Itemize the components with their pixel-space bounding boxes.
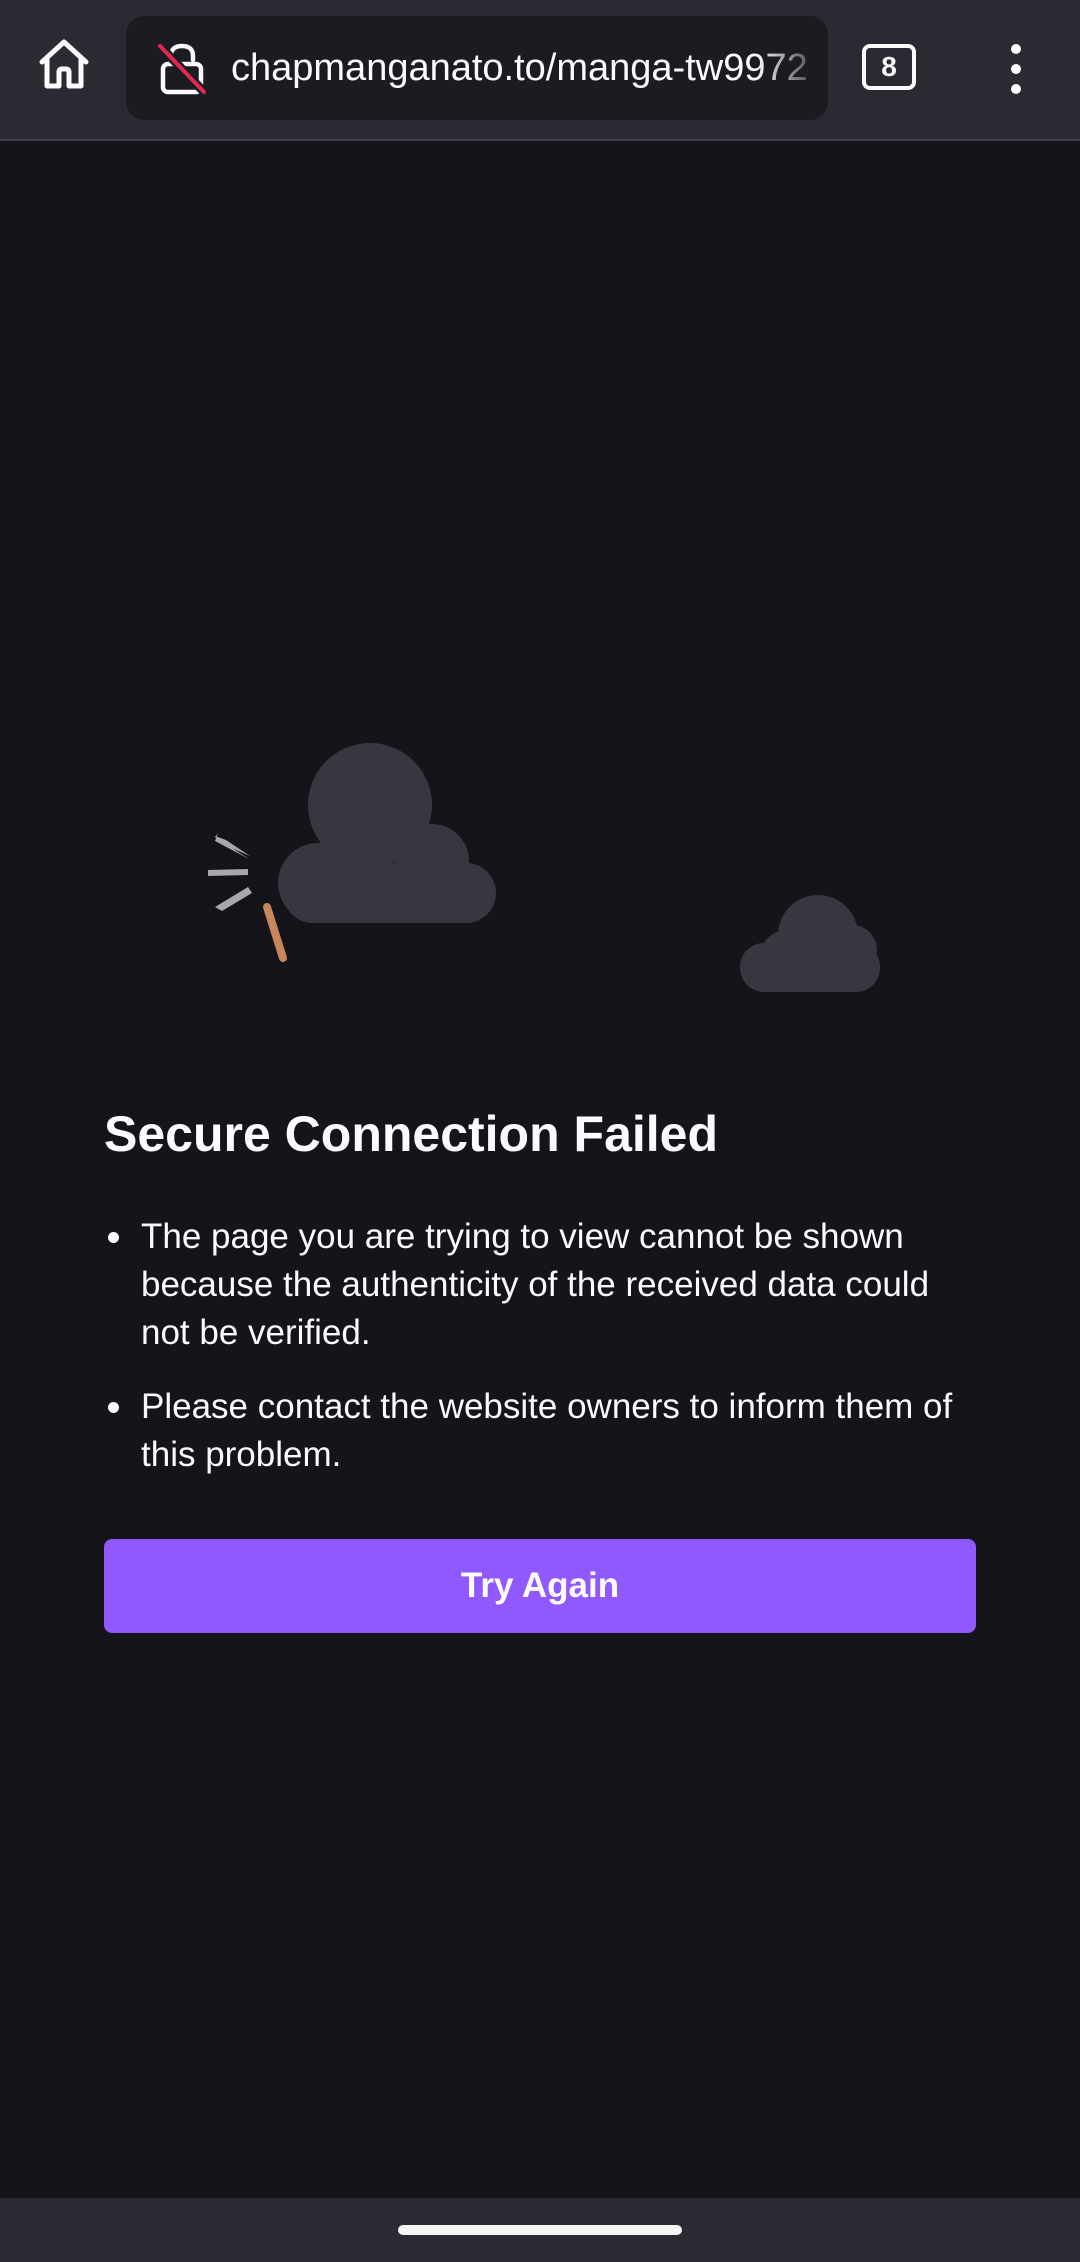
system-navigation-bar: [0, 2198, 1080, 2262]
broken-connection-illustration: [208, 743, 880, 992]
error-description-item: The page you are trying to view cannot b…: [104, 1213, 984, 1357]
url-bar[interactable]: chapmanganato.to/manga-tw9972: [126, 16, 828, 120]
gesture-handle[interactable]: [398, 2225, 682, 2235]
browser-toolbar: chapmanganato.to/manga-tw9972 8: [0, 0, 1080, 141]
error-title: Secure Connection Failed: [104, 1106, 719, 1162]
spark-icon: [208, 833, 252, 911]
url-text: chapmanganato.to/manga-tw9972: [231, 47, 808, 89]
stick-icon: [263, 903, 287, 962]
vertical-ellipsis-icon: [1011, 44, 1021, 94]
try-again-button[interactable]: Try Again: [104, 1539, 976, 1633]
small-cloud-icon: [740, 895, 880, 992]
home-button[interactable]: [24, 24, 104, 104]
tabs-counter-button[interactable]: 8: [862, 44, 916, 90]
home-icon: [39, 39, 89, 89]
tab-count: 8: [881, 51, 897, 82]
error-description-item: Please contact the website owners to inf…: [104, 1383, 984, 1479]
error-page: Secure Connection Failed The page you ar…: [0, 143, 1080, 2198]
broken-lock-icon: [156, 42, 208, 96]
large-cloud-icon: [278, 743, 496, 923]
menu-button[interactable]: [986, 34, 1046, 104]
error-description-list: The page you are trying to view cannot b…: [104, 1213, 984, 1505]
